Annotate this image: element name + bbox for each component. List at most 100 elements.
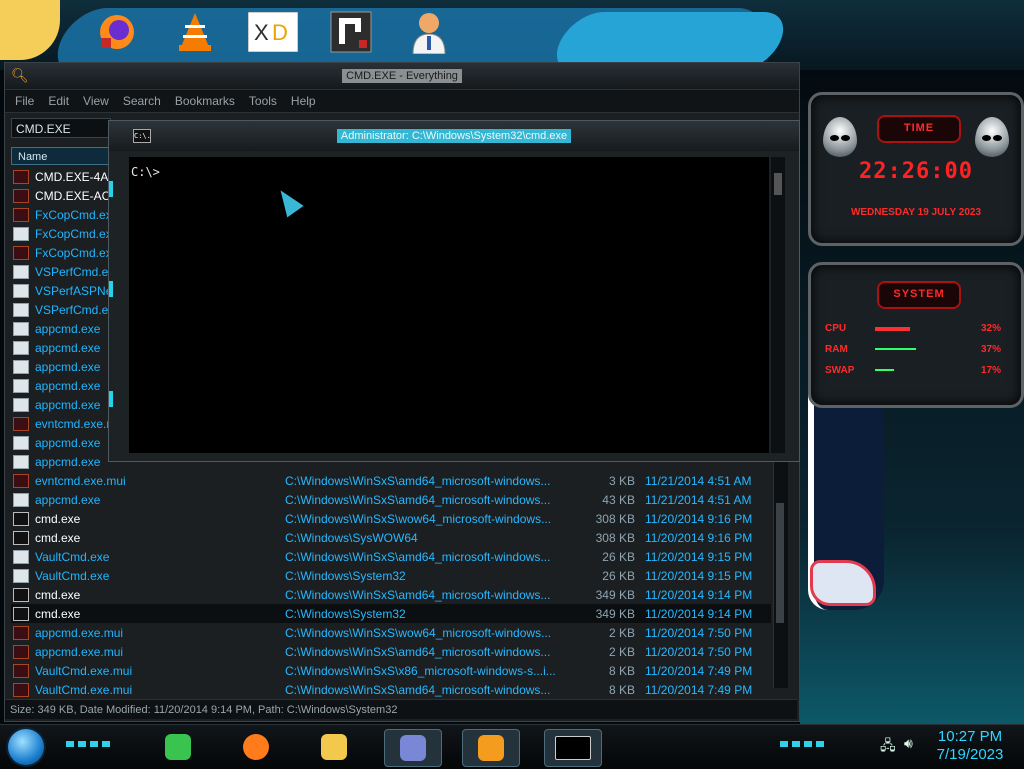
file-size-cell: 26 KB xyxy=(602,568,635,583)
cpu-value: 32% xyxy=(980,323,1001,334)
file-date-cell: 11/21/2014 4:51 AM xyxy=(645,492,752,507)
file-path-cell: C:\Windows\WinSxS\amd64_microsoft-window… xyxy=(285,644,551,659)
table-row[interactable]: evntcmd.exe.mui C:\Windows\WinSxS\amd64_m… xyxy=(11,471,771,490)
executable-file-icon xyxy=(13,435,29,450)
table-row[interactable]: VaultCmd.exe.mui C:\Windows\WinSxS\amd64_… xyxy=(11,680,771,699)
file-name-cell: cmd.exe xyxy=(35,511,81,526)
swap-stat: SWAP 17% xyxy=(825,365,1005,379)
taskbar-app-button[interactable] xyxy=(150,729,206,765)
executable-file-icon xyxy=(13,568,29,583)
scrollbar-thumb[interactable] xyxy=(776,503,784,623)
mui-file-icon xyxy=(13,682,29,697)
search-input[interactable]: CMD.EXE xyxy=(11,118,111,138)
file-size-cell: 308 KB xyxy=(595,511,635,526)
column-header-name[interactable]: Name xyxy=(11,147,111,165)
file-name-cell: appcmd.exe.mui xyxy=(35,644,124,659)
taskbar-app-button[interactable] xyxy=(228,729,284,765)
console-area[interactable]: C:\> xyxy=(129,157,769,453)
mui-file-icon xyxy=(13,416,29,431)
cmd-title-bar[interactable]: C:\. Administrator: C:\Windows\System32\… xyxy=(109,121,799,151)
svg-text:X: X xyxy=(254,20,269,45)
mui-file-icon xyxy=(13,473,29,488)
everything-title-bar[interactable]: 🔍︎ CMD.EXE - Everything xyxy=(5,63,799,89)
cmd-icon xyxy=(555,736,591,760)
window-title: CMD.EXE - Everything xyxy=(342,69,462,83)
table-row[interactable]: appcmd.exe.mui C:\Windows\WinSxS\amd64_mi… xyxy=(11,642,771,661)
table-row[interactable]: VaultCmd.exe C:\Windows\System32 26 KB 11/2… xyxy=(11,566,771,585)
network-icon[interactable]: 🖧︎ xyxy=(880,735,896,759)
swap-label: SWAP xyxy=(825,365,855,376)
file-path-cell: C:\Windows\WinSxS\amd64_microsoft-window… xyxy=(285,473,551,488)
menu-bookmarks[interactable]: Bookmarks xyxy=(175,94,235,108)
vlc-desktop-icon[interactable] xyxy=(170,8,220,56)
mui-file-icon xyxy=(13,644,29,659)
cpu-label: CPU xyxy=(825,323,847,334)
file-date-cell: 11/20/2014 9:15 PM xyxy=(645,549,753,564)
system-widget: SYSTEM CPU 32% RAM 37% SWAP 17% xyxy=(808,262,1024,408)
taskbar-clock[interactable]: 10:27 PM 7/19/2023 xyxy=(920,728,1020,764)
executable-file-icon xyxy=(13,454,29,469)
table-row[interactable]: appcmd.exe.mui C:\Windows\WinSxS\wow64_mi… xyxy=(11,623,771,642)
mui-file-icon xyxy=(13,625,29,640)
executable-file-icon xyxy=(13,321,29,336)
executable-file-icon xyxy=(13,359,29,374)
mui-file-icon xyxy=(13,207,29,222)
taskbar-date: 7/19/2023 xyxy=(936,746,1004,763)
table-row[interactable]: cmd.exe C:\Windows\WinSxS\amd64_microsoft… xyxy=(11,585,771,604)
menu-file[interactable]: File xyxy=(15,94,34,108)
executable-file-icon xyxy=(13,492,29,507)
adobe-xd-desktop-icon[interactable]: XD xyxy=(248,8,298,56)
file-name-cell: cmd.exe xyxy=(35,606,81,621)
table-row[interactable]: cmd.exe C:\Windows\SysWOW64 308 KB 11/20/20… xyxy=(11,528,771,547)
firefox-desktop-icon[interactable] xyxy=(92,8,142,56)
file-path-cell: C:\Windows\WinSxS\wow64_microsoft-window… xyxy=(285,511,552,526)
table-row[interactable]: VaultCmd.exe.mui C:\Windows\WinSxS\x86_mi… xyxy=(11,661,771,680)
admin-user-desktop-icon[interactable] xyxy=(404,8,454,56)
start-button[interactable] xyxy=(8,729,44,765)
scrollbar-thumb[interactable] xyxy=(774,173,782,195)
taskbar-time: 10:27 PM xyxy=(937,728,1003,745)
file-path-cell: C:\Windows\WinSxS\x86_microsoft-windows-… xyxy=(285,663,556,678)
file-date-cell: 11/20/2014 9:14 PM xyxy=(645,587,753,602)
file-date-cell: 11/20/2014 7:49 PM xyxy=(645,663,753,678)
table-row[interactable]: cmd.exe C:\Windows\System32 349 KB 11/20/20… xyxy=(11,604,771,623)
taskbar-glow xyxy=(66,741,110,747)
system-widget-heading: SYSTEM xyxy=(877,281,961,309)
mui-file-icon xyxy=(13,188,29,203)
file-size-cell: 349 KB xyxy=(595,606,635,621)
menu-tools[interactable]: Tools xyxy=(249,94,277,108)
menu-view[interactable]: View xyxy=(83,94,109,108)
menu-edit[interactable]: Edit xyxy=(48,94,69,108)
taskbar-app-button[interactable] xyxy=(306,729,362,765)
menu-help[interactable]: Help xyxy=(291,94,316,108)
console-file-icon xyxy=(13,587,29,602)
file-date-cell: 11/20/2014 9:16 PM xyxy=(645,530,753,545)
file-size-cell: 2 KB xyxy=(608,644,635,659)
tool-desktop-icon[interactable] xyxy=(326,8,376,56)
file-path-cell: C:\Windows\WinSxS\amd64_microsoft-window… xyxy=(285,549,551,564)
frame-glow xyxy=(109,281,113,297)
time-widget-heading: TIME xyxy=(877,115,961,143)
console-prompt: C:\> xyxy=(131,165,160,179)
svg-text:D: D xyxy=(272,20,288,45)
volume-icon[interactable]: 🔊︎ xyxy=(904,735,913,752)
swap-value: 17% xyxy=(980,365,1001,376)
file-date-cell: 11/20/2014 9:14 PM xyxy=(645,606,753,621)
menu-search[interactable]: Search xyxy=(123,94,161,108)
table-row[interactable]: cmd.exe C:\Windows\WinSxS\wow64_microsoft… xyxy=(11,509,771,528)
file-size-cell: 8 KB xyxy=(608,682,635,697)
taskbar-app-button[interactable] xyxy=(384,729,442,767)
console-file-icon xyxy=(13,511,29,526)
table-row[interactable]: VaultCmd.exe C:\Windows\WinSxS\amd64_micr… xyxy=(11,547,771,566)
cmd-window[interactable]: C:\. Administrator: C:\Windows\System32\… xyxy=(108,120,800,462)
taskbar-app-button[interactable] xyxy=(462,729,520,767)
taskbar-app-button[interactable] xyxy=(544,729,602,767)
file-name-cell: cmd.exe xyxy=(35,530,81,545)
table-row[interactable]: appcmd.exe C:\Windows\WinSxS\amd64_micros… xyxy=(11,490,771,509)
executable-file-icon xyxy=(13,378,29,393)
console-scrollbar[interactable] xyxy=(771,157,785,453)
ram-bar xyxy=(875,348,916,350)
menu-bar: File Edit View Search Bookmarks Tools He… xyxy=(5,89,799,113)
cmd-title: Administrator: C:\Windows\System32\cmd.e… xyxy=(336,129,572,143)
file-path-cell: C:\Windows\WinSxS\wow64_microsoft-window… xyxy=(285,625,552,640)
